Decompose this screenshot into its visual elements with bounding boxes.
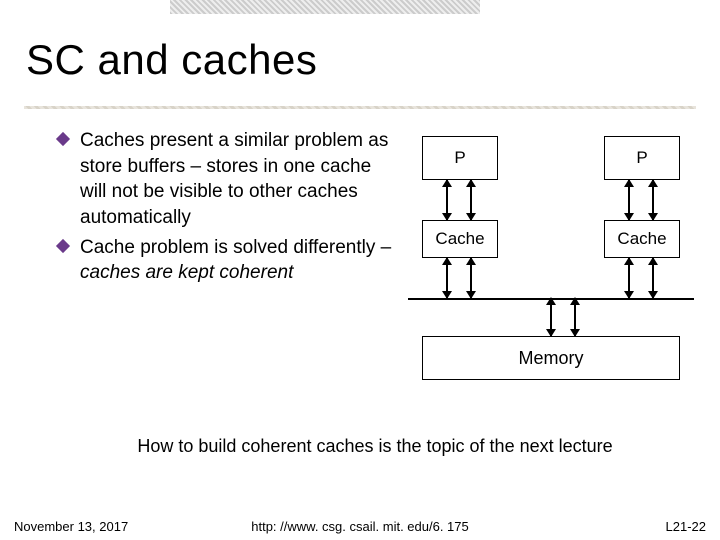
bullet-item: Caches present a similar problem as stor… [58,128,398,231]
slide-body: Caches present a similar problem as stor… [58,128,698,388]
arrow-p1-cache1-b [466,180,476,220]
decorative-shadow [170,0,480,14]
cache-box-2: Cache [604,220,680,258]
arrow-cache2-bus [624,258,634,298]
arrow-cache1-bus [442,258,452,298]
processor-box-1: P [422,136,498,180]
arrow-p2-cache2 [624,180,634,220]
title-underline [24,106,696,109]
memory-diagram: P P Cache Cache Memory [398,128,698,388]
processor-box-2: P [604,136,680,180]
slide-title: SC and caches [26,36,317,84]
lecture-note: How to build coherent caches is the topi… [60,436,690,457]
arrow-p2-cache2-b [648,180,658,220]
memory-box: Memory [422,336,680,380]
footer-url: http: //www. csg. csail. mit. edu/6. 175 [0,519,720,534]
bullet-list: Caches present a similar problem as stor… [58,128,398,388]
arrow-cache1-bus-b [466,258,476,298]
arrow-bus-memory [546,298,556,336]
bullet-item: Cache problem is solved differently – ca… [58,235,398,286]
arrow-bus-memory-b [570,298,580,336]
arrow-p1-cache1 [442,180,452,220]
footer-page-number: L21-22 [666,519,706,534]
arrow-cache2-bus-b [648,258,658,298]
cache-box-1: Cache [422,220,498,258]
